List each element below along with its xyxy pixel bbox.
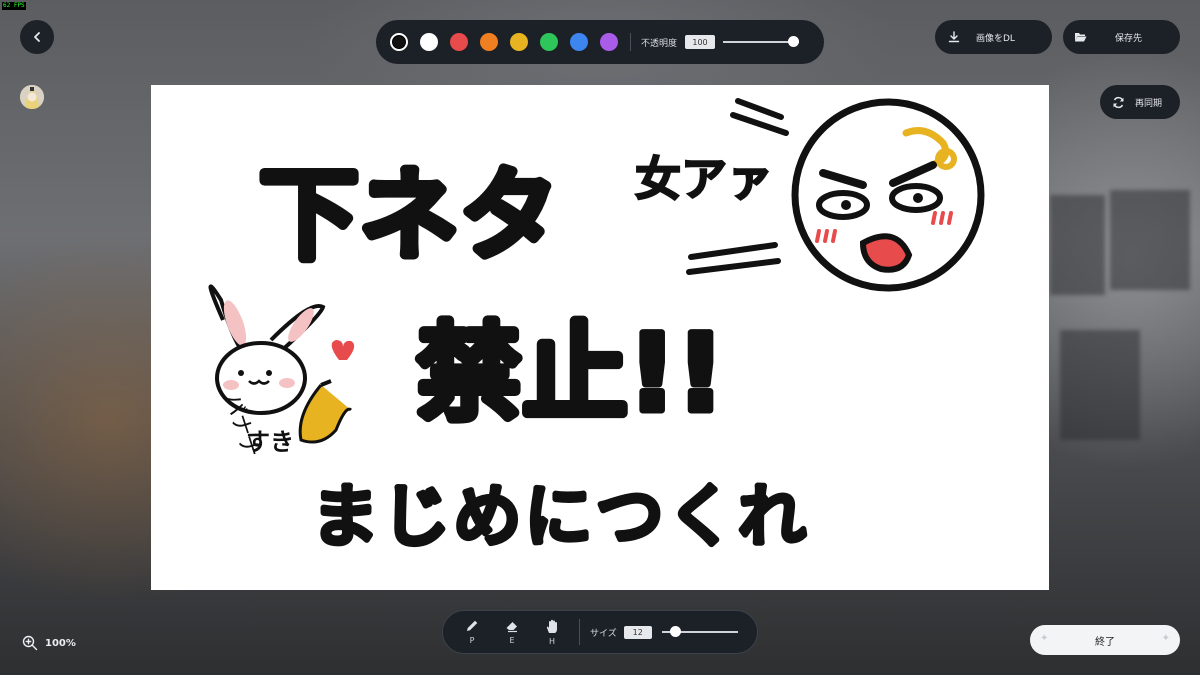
size-slider-knob[interactable] — [669, 626, 681, 637]
background-picture-frame — [1050, 195, 1105, 295]
color-swatch-black[interactable] — [390, 33, 408, 51]
size-label: サイズ — [590, 628, 617, 639]
end-button[interactable]: ✦ 終了 ✦ — [1030, 625, 1180, 655]
opacity-label: 不透明度 — [641, 38, 678, 49]
sparkle-icon: ✦ — [1161, 633, 1170, 644]
color-swatch-orange[interactable] — [480, 33, 498, 51]
drawing-svg: 下ネタ 禁止!! まじめにつくれ 女アァ バナナ すき — [208, 98, 985, 559]
color-swatch-red[interactable] — [450, 33, 468, 51]
hand-icon — [546, 619, 557, 633]
end-label: 終了 — [1095, 636, 1115, 648]
color-palette-toolbar: 不透明度 100 — [376, 20, 824, 64]
chevron-left-icon — [34, 32, 40, 42]
color-swatch-white[interactable] — [420, 33, 438, 51]
color-swatch-yellow[interactable] — [510, 33, 528, 51]
download-icon — [948, 31, 960, 43]
drawing-text-main-3: まじめにつくれ — [311, 478, 806, 557]
zoom-value: 100% — [45, 637, 76, 649]
tool-pencil[interactable]: P — [452, 619, 492, 645]
opacity-slider-knob[interactable] — [788, 36, 800, 47]
back-button[interactable] — [20, 20, 54, 54]
speed-lines-top — [730, 98, 789, 136]
download-image-button[interactable]: 画像をDL — [935, 20, 1052, 54]
bunny-drawing — [208, 284, 326, 415]
folder-open-icon — [1075, 33, 1087, 42]
tool-eraser-key: E — [509, 636, 515, 645]
color-swatch-blue[interactable] — [570, 33, 588, 51]
save-location-button[interactable]: 保存先 — [1063, 20, 1180, 54]
refresh-icon — [1113, 96, 1124, 108]
tool-eraser[interactable]: E — [492, 619, 532, 645]
drawing-text-main-1: 下ネタ — [259, 157, 559, 274]
drawing-canvas[interactable]: 下ネタ 禁止!! まじめにつくれ 女アァ バナナ すき — [151, 85, 1049, 590]
opacity-slider[interactable] — [723, 36, 800, 47]
drawing-text-side: 女アァ — [635, 152, 773, 206]
avatar-image — [20, 85, 44, 109]
tool-hand[interactable]: H — [532, 619, 572, 646]
resync-button[interactable]: 再同期 — [1100, 85, 1180, 119]
color-swatch-green[interactable] — [540, 33, 558, 51]
fps-counter: 62 FPS — [2, 2, 26, 10]
color-swatch-purple[interactable] — [600, 33, 618, 51]
tool-hand-key: H — [548, 636, 555, 646]
eraser-icon — [506, 622, 517, 633]
speed-lines-bottom — [686, 242, 781, 275]
resync-label: 再同期 — [1135, 98, 1163, 109]
banana-drawing — [298, 379, 353, 444]
sparkle-icon: ✦ — [1040, 633, 1049, 644]
save-location-label: 保存先 — [1115, 33, 1143, 44]
size-slider[interactable] — [661, 626, 738, 637]
pencil-icon — [467, 620, 478, 631]
tool-pencil-key: P — [469, 636, 475, 645]
download-label: 画像をDL — [976, 33, 1015, 44]
background-picture-frame — [1060, 330, 1140, 440]
avatar[interactable] — [20, 85, 44, 109]
zoom-indicator[interactable]: 100% — [22, 635, 76, 651]
background-picture-frame — [1110, 190, 1190, 290]
heart-drawing — [331, 340, 355, 360]
zoom-in-icon — [22, 635, 38, 651]
angry-face-drawing — [791, 98, 985, 292]
size-value-input[interactable]: 12 — [623, 625, 652, 639]
divider — [579, 619, 580, 645]
drawing-text-small-2: すき — [246, 428, 294, 456]
drawing-tools-toolbar: P E H サイズ 12 — [442, 610, 758, 654]
opacity-value-input[interactable]: 100 — [685, 35, 716, 49]
drawing-text-main-2: 禁止!! — [416, 312, 725, 435]
divider — [630, 33, 631, 51]
